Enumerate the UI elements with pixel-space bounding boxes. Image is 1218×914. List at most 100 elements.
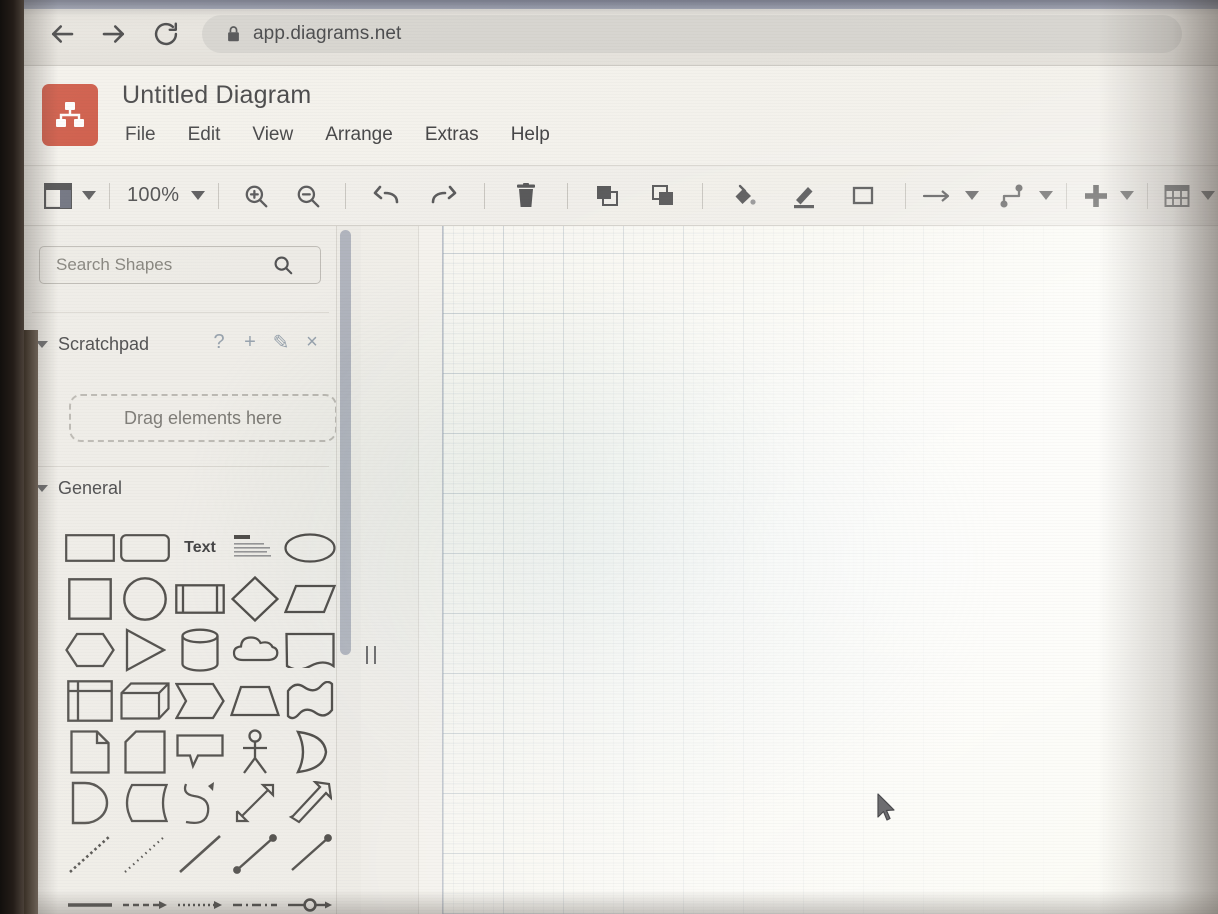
trash-icon[interactable] — [508, 174, 544, 218]
edge-solid[interactable] — [63, 879, 118, 914]
diagram-page[interactable] — [442, 226, 1218, 914]
table-caret-icon[interactable] — [1201, 191, 1216, 200]
waypoint-caret-icon[interactable] — [1039, 191, 1054, 200]
edge-link[interactable] — [282, 879, 336, 914]
shape-row — [24, 777, 336, 828]
shape-arrow[interactable] — [282, 777, 336, 828]
table-grid-icon[interactable] — [1159, 174, 1195, 218]
redo-icon[interactable] — [425, 174, 463, 218]
menu-file[interactable]: File — [122, 122, 159, 148]
shape-document[interactable] — [63, 726, 118, 777]
general-section-header[interactable]: General — [36, 478, 122, 499]
splitter-grip-icon[interactable] — [366, 646, 376, 664]
shape-trapezoid[interactable] — [227, 675, 282, 726]
shape-text[interactable]: Text — [173, 522, 228, 573]
send-to-back-icon[interactable] — [645, 174, 681, 218]
zoom-in-icon[interactable] — [238, 174, 274, 218]
shape-ellipse[interactable] — [282, 522, 336, 573]
shape-tape[interactable] — [282, 675, 336, 726]
connector-bidirectional[interactable] — [227, 828, 282, 879]
format-panel-icon[interactable] — [40, 174, 76, 218]
connection-caret-icon[interactable] — [965, 191, 980, 200]
shape-diamond[interactable] — [227, 573, 282, 624]
glare-overlay — [443, 226, 1218, 914]
sidebar-splitter[interactable] — [361, 226, 419, 914]
arrow-right-icon[interactable] — [94, 14, 134, 54]
connector-dashed[interactable] — [118, 828, 173, 879]
format-panel-caret-icon[interactable] — [82, 191, 96, 200]
zoom-out-icon[interactable] — [290, 174, 326, 218]
edge-dotted[interactable] — [173, 879, 228, 914]
search-icon[interactable] — [272, 254, 294, 276]
plus-icon[interactable]: + — [240, 331, 260, 353]
shape-row — [24, 879, 336, 914]
shapes-sidebar: Scratchpad ? + ✎ × Drag elements here Ge… — [24, 226, 337, 914]
search-shapes-field[interactable] — [39, 246, 321, 284]
shape-callout[interactable] — [282, 624, 336, 675]
shape-double-arrow[interactable] — [227, 777, 282, 828]
sidebar-scrollbar-thumb[interactable] — [340, 230, 351, 655]
shape-card[interactable] — [118, 726, 173, 777]
toolbar-divider — [1066, 182, 1068, 209]
shape-parallelogram[interactable] — [282, 573, 336, 624]
address-bar[interactable]: app.diagrams.net — [202, 15, 1182, 53]
connector-dotted[interactable] — [63, 828, 118, 879]
connector-plain[interactable] — [173, 828, 228, 879]
shape-cylinder[interactable] — [173, 624, 228, 675]
shape-triangle[interactable] — [118, 624, 173, 675]
shape-internal-storage[interactable] — [63, 675, 118, 726]
shape-square[interactable] — [63, 573, 118, 624]
shape-hexagon[interactable] — [63, 624, 118, 675]
shape-cloud[interactable] — [227, 624, 282, 675]
insert-plus-icon[interactable] — [1078, 174, 1114, 218]
shape-circle[interactable] — [118, 573, 173, 624]
shape-delay[interactable] — [282, 726, 336, 777]
zoom-level-label: 100% — [127, 184, 180, 206]
scratchpad-section-header[interactable]: Scratchpad — [36, 334, 149, 355]
diagram-canvas[interactable] — [419, 226, 1218, 914]
edge-dash-dot[interactable] — [227, 879, 282, 914]
screen-area: app.diagrams.net Untitled Diagram File E… — [24, 0, 1218, 914]
shape-rectangle[interactable] — [63, 522, 118, 573]
edit-pencil-icon[interactable]: ✎ — [271, 331, 291, 354]
undo-icon[interactable] — [367, 174, 405, 218]
shape-d-shape[interactable] — [63, 777, 118, 828]
monitor-bezel — [0, 0, 24, 914]
zoom-level-button[interactable]: 100% — [121, 174, 185, 218]
shape-actor[interactable] — [227, 726, 282, 777]
arrow-left-icon[interactable] — [42, 14, 82, 54]
connector-directional[interactable] — [282, 828, 336, 879]
fill-color-icon[interactable] — [726, 174, 762, 218]
page-title: Untitled Diagram — [122, 81, 312, 109]
shape-rounded-rectangle[interactable] — [118, 522, 173, 573]
reload-icon[interactable] — [146, 14, 186, 54]
shape-curved-arrow[interactable] — [173, 777, 228, 828]
mouse-pointer-icon — [876, 793, 898, 828]
shape-display[interactable] — [118, 777, 173, 828]
close-icon[interactable]: × — [302, 331, 322, 353]
menu-arrange[interactable]: Arrange — [322, 122, 396, 148]
toolbar-divider — [702, 182, 704, 209]
help-icon[interactable]: ? — [209, 331, 229, 353]
insert-caret-icon[interactable] — [1120, 191, 1135, 200]
shape-process[interactable] — [173, 573, 228, 624]
connection-arrow-icon[interactable] — [917, 174, 959, 218]
shape-cube[interactable] — [118, 675, 173, 726]
scratchpad-dropzone[interactable]: Drag elements here — [69, 394, 336, 442]
line-color-icon[interactable] — [786, 174, 822, 218]
edge-dashed[interactable] — [118, 879, 173, 914]
zoom-caret-icon[interactable] — [191, 191, 206, 200]
insert-group — [1078, 174, 1136, 218]
toolbar-divider — [1147, 182, 1149, 209]
shadow-icon[interactable] — [846, 174, 882, 218]
search-input[interactable] — [40, 248, 272, 282]
menu-help[interactable]: Help — [508, 122, 553, 148]
shape-textbox[interactable] — [227, 522, 282, 573]
shape-step[interactable] — [173, 675, 228, 726]
menu-edit[interactable]: Edit — [185, 122, 224, 148]
menu-extras[interactable]: Extras — [422, 122, 482, 148]
bring-to-front-icon[interactable] — [589, 174, 625, 218]
shape-speech-bubble[interactable] — [173, 726, 228, 777]
menu-view[interactable]: View — [249, 122, 296, 148]
waypoint-icon[interactable] — [995, 174, 1033, 218]
